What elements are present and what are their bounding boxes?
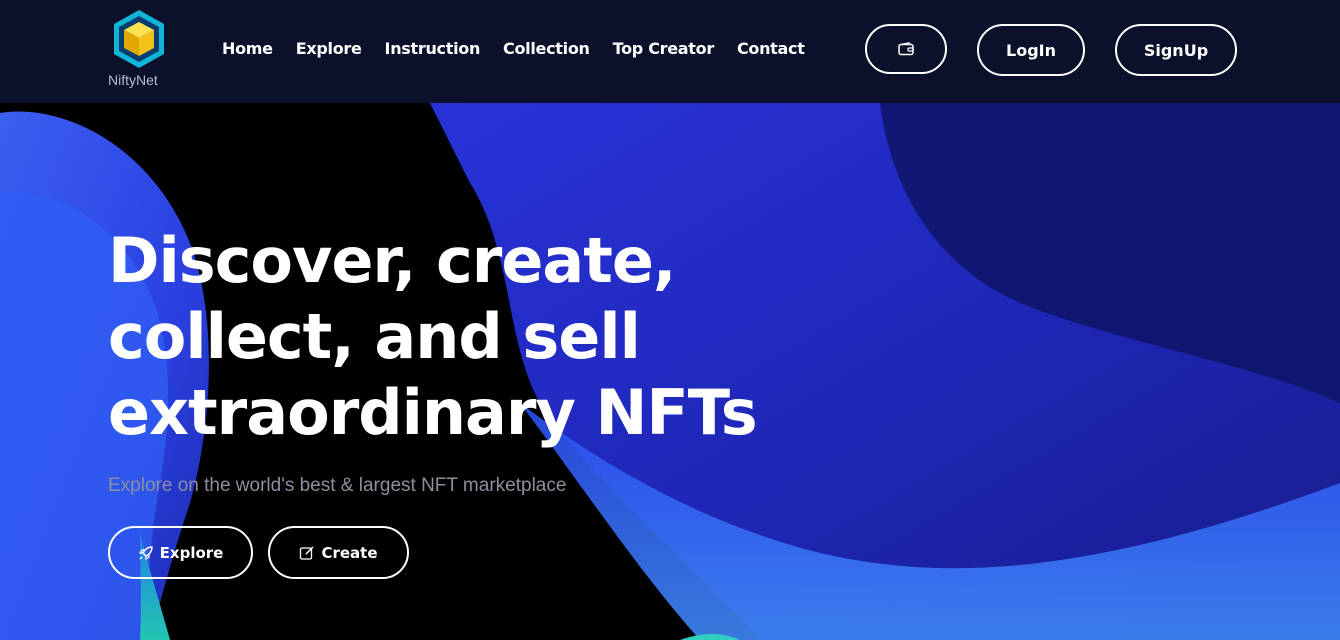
navbar: NiftyNet Home Explore Instruction Collec…	[0, 0, 1340, 103]
explore-button-label: Explore	[159, 543, 224, 562]
nav-link-contact[interactable]: Contact	[737, 39, 805, 58]
nav-link-top-creator[interactable]: Top Creator	[613, 39, 715, 58]
cube-logo-icon	[114, 10, 164, 68]
login-button[interactable]: LogIn	[977, 24, 1085, 76]
nav-links: Home Explore Instruction Collection Top …	[222, 39, 828, 58]
nav-link-collection[interactable]: Collection	[503, 39, 590, 58]
wallet-button[interactable]	[865, 24, 947, 74]
nav-link-home[interactable]: Home	[222, 39, 273, 58]
hero-section: Discover, create, collect, and sell extr…	[0, 103, 1340, 640]
brand-logo[interactable]: NiftyNet	[108, 8, 170, 92]
signup-button[interactable]: SignUp	[1115, 24, 1237, 76]
explore-button[interactable]: Explore	[108, 526, 253, 579]
hero-title-line-1: Discover, create,	[108, 224, 677, 297]
brand-name: NiftyNet	[108, 72, 158, 88]
nav-link-explore[interactable]: Explore	[296, 39, 362, 58]
hero-title-line-2: collect, and sell	[108, 300, 641, 373]
hero-subtitle: Explore on the world's best & largest NF…	[108, 475, 567, 496]
create-button-label: Create	[321, 543, 378, 562]
rocket-icon	[138, 545, 153, 560]
nav-link-instruction[interactable]: Instruction	[385, 39, 481, 58]
wallet-icon	[898, 42, 914, 56]
edit-icon	[300, 545, 314, 560]
hero-title-line-3: extraordinary NFTs	[108, 376, 758, 449]
hero-title: Discover, create, collect, and sell extr…	[108, 223, 828, 451]
create-button[interactable]: Create	[268, 526, 409, 579]
